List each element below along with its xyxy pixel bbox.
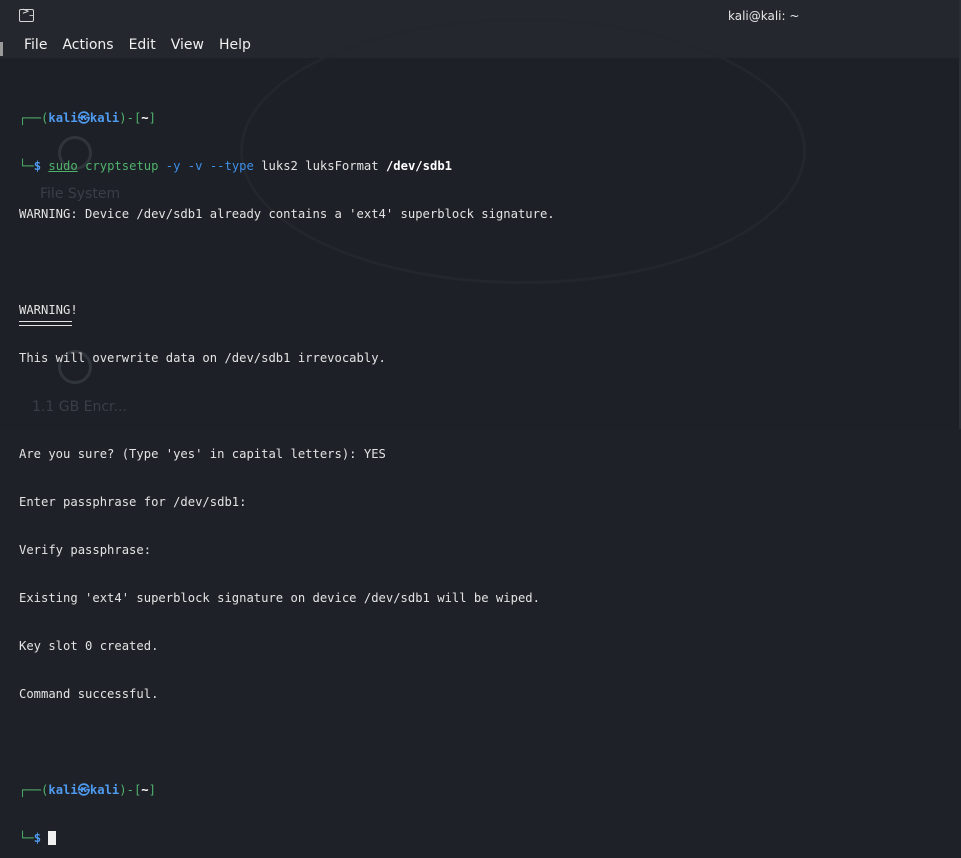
prompt-line-1: ┌──(kali㉿kali)-[~] [19,111,156,125]
menu-file[interactable]: File [24,37,47,53]
output-line: This will overwrite data on /dev/sdb1 ir… [19,351,386,365]
output-line: Enter passphrase for /dev/sdb1: [19,495,247,509]
output-line: Existing 'ext4' superblock signature on … [19,591,540,605]
window-edge-marker [0,42,3,56]
terminal-area[interactable]: File System 1.1 GB Encr... ┌──(kali㉿kali… [0,18,961,845]
prompt-line-2: ┌──(kali㉿kali)-[~] [19,783,156,797]
menu-help[interactable]: Help [219,37,251,53]
output-line: WARNING: Device /dev/sdb1 already contai… [19,207,555,221]
output-line: Key slot 0 created. [19,639,159,653]
menu-view[interactable]: View [171,37,204,53]
warning-underline [19,321,72,326]
output-line: Verify passphrase: [19,543,152,557]
terminal-output: ┌──(kali㉿kali)-[~] └─$ sudo cryptsetup -… [19,78,555,858]
text-cursor [48,831,57,845]
output-line: Command successful. [19,687,159,701]
menu-actions[interactable]: Actions [62,37,113,53]
output-line: WARNING! [19,302,555,326]
input-line[interactable]: └─$ [19,830,555,846]
menu-edit[interactable]: Edit [129,37,156,53]
command-line: └─$ sudo cryptsetup -y -v --type luks2 l… [19,159,452,173]
output-line: Are you sure? (Type 'yes' in capital let… [19,447,386,461]
